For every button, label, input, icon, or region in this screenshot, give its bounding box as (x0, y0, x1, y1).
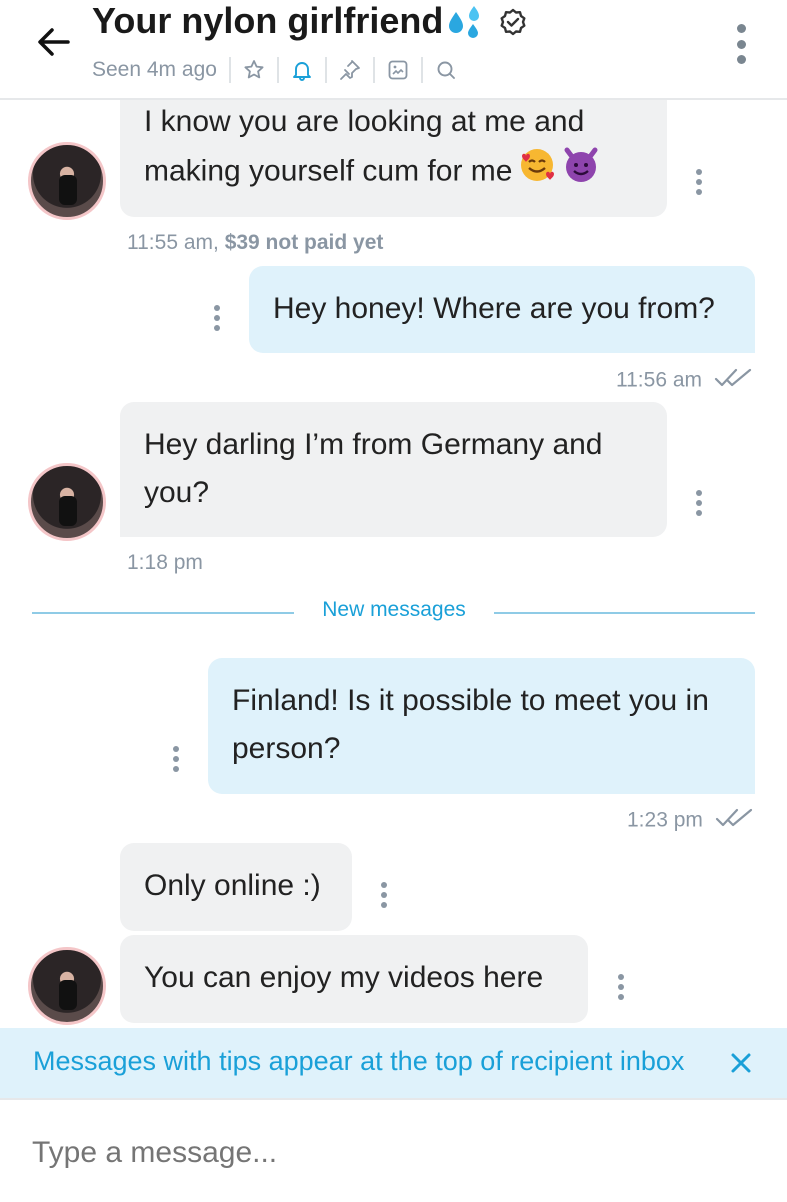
message-meta: 11:56 am (616, 367, 754, 395)
chat-title[interactable]: Your nylon girlfriend (92, 0, 443, 42)
message-meta: 1:23 pm (627, 807, 755, 835)
bell-icon[interactable] (291, 59, 313, 81)
message-composer (0, 1098, 787, 1202)
arrow-left-icon[interactable] (34, 22, 74, 62)
tip-info-text: Messages with tips appear at the top of … (33, 1046, 685, 1076)
message-bubble[interactable]: You can enjoy my videos here (120, 935, 588, 1023)
divider (228, 57, 231, 83)
gallery-icon[interactable] (387, 59, 409, 81)
smiling-face-with-hearts-emoji (518, 146, 556, 199)
new-messages-line-right (494, 612, 755, 614)
pin-icon[interactable] (339, 59, 361, 81)
droplets-icon (446, 4, 486, 45)
more-vertical-icon[interactable] (730, 24, 752, 64)
search-icon[interactable] (435, 59, 457, 81)
message-bubble[interactable]: Hey honey! Where are you from? (249, 266, 755, 353)
message-bubble[interactable]: Hey darling I’m from Germany and you? (120, 402, 667, 537)
message-meta: 11:55 am, $39 not paid yet (127, 231, 383, 255)
price-note[interactable]: $39 not paid yet (225, 231, 384, 254)
chat-header: Your nylon girlfriend Seen 4m ago (0, 0, 787, 100)
message-text: Only online :) (144, 869, 321, 902)
message-options-icon[interactable] (614, 974, 628, 1000)
avatar[interactable] (28, 947, 106, 1025)
message-time: 1:23 pm (627, 808, 703, 832)
message-bubble[interactable]: Finland! Is it possible to meet you in p… (208, 658, 755, 794)
message-text: You can enjoy my videos here (144, 961, 544, 994)
message-bubble[interactable]: I know you are looking at me and making … (120, 86, 667, 217)
message-options-icon[interactable] (692, 490, 706, 516)
divider (372, 57, 375, 83)
last-seen-status: Seen 4m ago (92, 58, 217, 81)
read-receipt-icon (715, 807, 755, 835)
close-icon[interactable] (728, 1050, 754, 1076)
message-time: 1:18 pm (127, 551, 203, 574)
divider (324, 57, 327, 83)
message-options-icon[interactable] (210, 305, 224, 331)
new-messages-label: New messages (322, 598, 466, 621)
message-options-icon[interactable] (692, 169, 706, 195)
message-time: 11:55 am, (127, 231, 219, 254)
message-options-icon[interactable] (169, 746, 183, 772)
read-receipt-icon (714, 367, 754, 395)
message-time: 11:56 am (616, 368, 702, 392)
header-subbar: Seen 4m ago (92, 56, 457, 84)
smiling-face-with-horns-emoji (562, 146, 600, 199)
star-icon[interactable] (243, 59, 265, 81)
verified-badge-icon (498, 7, 528, 42)
message-text: Hey darling I’m from Germany and you? (144, 428, 603, 509)
message-input[interactable] (32, 1136, 732, 1170)
tip-info-banner: Messages with tips appear at the top of … (0, 1028, 787, 1098)
avatar[interactable] (28, 463, 106, 541)
message-options-icon[interactable] (377, 882, 391, 908)
divider (276, 57, 279, 83)
title-icons (446, 4, 528, 45)
divider (420, 57, 423, 83)
new-messages-line-left (32, 612, 294, 614)
avatar[interactable] (28, 142, 106, 220)
message-text: Hey honey! Where are you from? (273, 292, 715, 325)
message-bubble[interactable]: Only online :) (120, 843, 352, 931)
message-text: Finland! Is it possible to meet you in p… (232, 684, 709, 765)
